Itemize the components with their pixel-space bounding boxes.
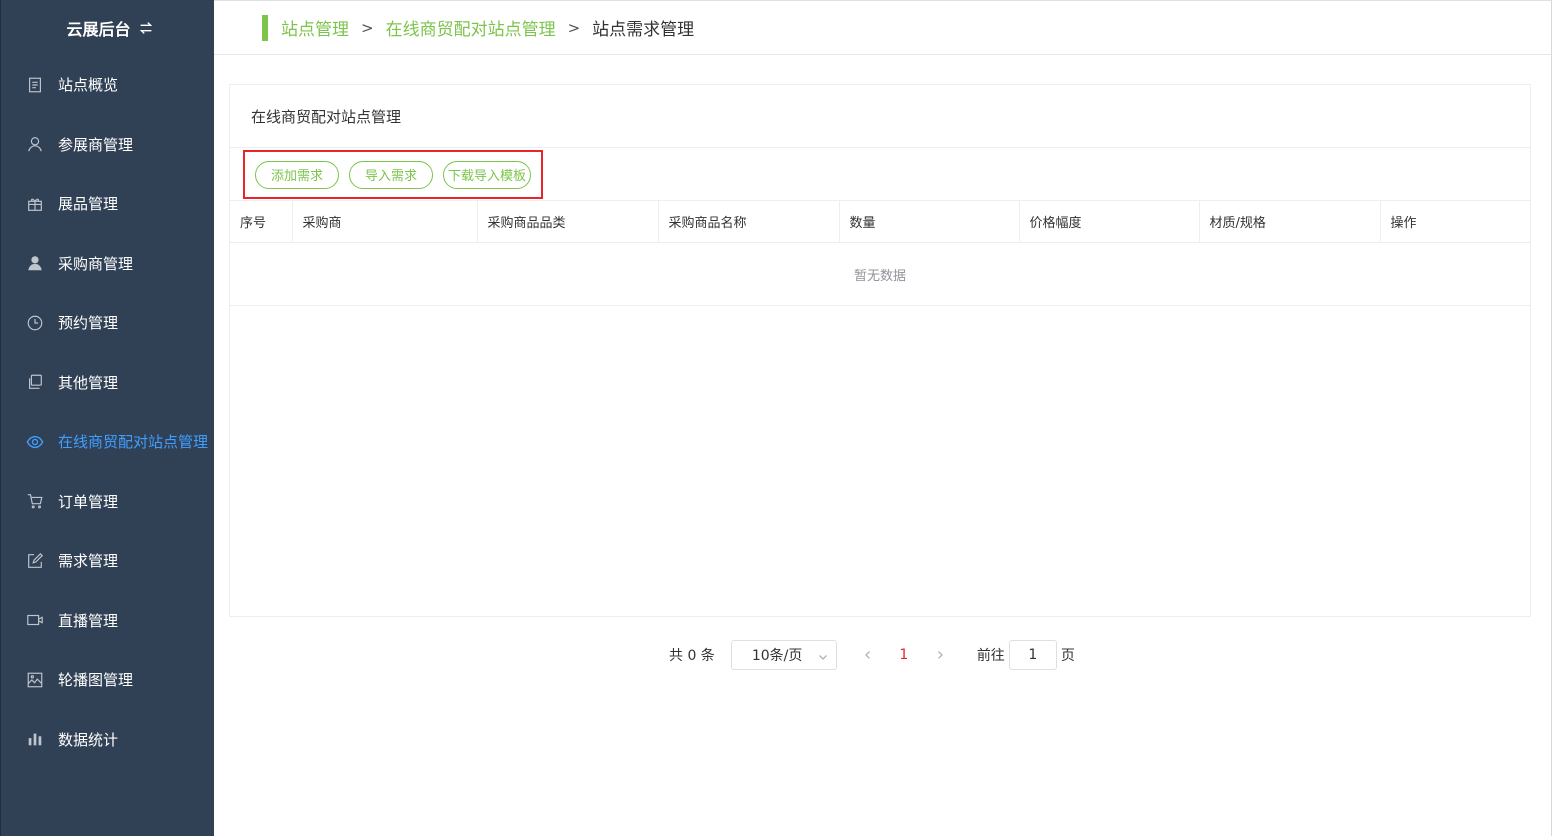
page-size-select[interactable]: 10条/页: [730, 640, 837, 670]
sidebar-item-orders[interactable]: 订单管理: [1, 472, 214, 532]
copy-icon: [26, 373, 44, 391]
sidebar-item-site-overview[interactable]: 站点概览: [1, 55, 214, 115]
column-header-quantity: 数量: [839, 200, 1020, 243]
goto-page-input[interactable]: [1008, 640, 1057, 670]
sidebar-item-other[interactable]: 其他管理: [1, 353, 214, 413]
sidebar-item-label: 直播管理: [58, 611, 119, 630]
empty-state-text: 暂无数据: [230, 242, 1530, 306]
breadcrumb-item-trade-matching[interactable]: 在线商贸配对站点管理: [386, 15, 556, 40]
table-header-row: 序号 采购商 采购商品品类 采购商品名称 数量 价格幅度 材质/规格 操作: [230, 200, 1530, 243]
sidebar: 云展后台 站点概览 参展商管理 展品管理 采购商管理 预约管理 其他管理 在线商…: [0, 0, 214, 836]
import-demand-button[interactable]: 导入需求: [349, 160, 434, 189]
sidebar-item-exhibits[interactable]: 展品管理: [1, 174, 214, 234]
brand-title: 云展后台: [66, 19, 131, 39]
sidebar-item-label: 采购商管理: [58, 254, 134, 273]
pagination: 共 0 条 10条/页 1 前往 页: [669, 640, 1075, 670]
column-header-material-spec: 材质/规格: [1199, 200, 1381, 243]
brand: 云展后台: [1, 0, 214, 55]
bar-chart-icon: [26, 730, 44, 748]
column-header-index: 序号: [230, 200, 293, 243]
sidebar-item-label: 预约管理: [58, 314, 119, 333]
picture-icon: [26, 671, 44, 689]
sidebar-item-buyer[interactable]: 采购商管理: [1, 234, 214, 294]
column-header-price-range: 价格幅度: [1019, 200, 1200, 243]
swap-icon[interactable]: [137, 19, 155, 37]
demand-table: 序号 采购商 采购商品品类 采购商品名称 数量 价格幅度 材质/规格 操作 暂无…: [230, 200, 1530, 306]
prev-page-button[interactable]: [853, 640, 883, 670]
sidebar-item-label: 订单管理: [58, 492, 119, 511]
sidebar-item-label: 数据统计: [58, 730, 119, 749]
video-icon: [26, 611, 44, 629]
panel-title: 在线商贸配对站点管理: [230, 85, 1530, 148]
page-number-current[interactable]: 1: [889, 647, 919, 663]
breadcrumb-item-current: 站点需求管理: [592, 20, 695, 40]
breadcrumb-separator: >: [567, 18, 581, 37]
person-filled-icon: [26, 254, 44, 272]
column-header-buyer: 采购商: [292, 200, 478, 243]
sidebar-item-label: 轮播图管理: [58, 671, 134, 690]
sidebar-item-label: 其他管理: [58, 373, 119, 392]
sidebar-item-label: 参展商管理: [58, 135, 134, 154]
next-page-button[interactable]: [925, 640, 955, 670]
breadcrumb-marker: [262, 14, 268, 41]
sidebar-item-statistics[interactable]: 数据统计: [1, 710, 214, 770]
breadcrumb: 站点管理 > 在线商贸配对站点管理 > 站点需求管理: [214, 0, 1552, 55]
column-header-category: 采购商品品类: [477, 200, 659, 243]
clock-icon: [26, 314, 44, 332]
sidebar-item-trade-matching[interactable]: 在线商贸配对站点管理: [1, 412, 214, 472]
sidebar-item-exhibitor[interactable]: 参展商管理: [1, 115, 214, 175]
sidebar-item-live[interactable]: 直播管理: [1, 591, 214, 651]
edit-icon: [26, 552, 44, 570]
sidebar-item-label: 在线商贸配对站点管理: [58, 433, 209, 452]
sidebar-item-label: 需求管理: [58, 552, 119, 571]
document-icon: [26, 76, 44, 94]
gift-icon: [26, 195, 44, 213]
sidebar-item-carousel[interactable]: 轮播图管理: [1, 650, 214, 710]
table-row: 暂无数据: [230, 242, 1530, 306]
demand-panel: 在线商贸配对站点管理 添加需求 导入需求 下载导入模板 序号 采购商 采购商品品…: [229, 84, 1531, 617]
chevron-down-icon: [818, 650, 828, 660]
goto-prefix: 前往: [976, 648, 1005, 664]
add-demand-button[interactable]: 添加需求: [255, 160, 340, 189]
chevron-right-icon: [937, 651, 943, 659]
action-toolbar: 添加需求 导入需求 下载导入模板: [243, 150, 543, 199]
chevron-left-icon: [864, 651, 870, 659]
cart-icon: [26, 492, 44, 510]
download-template-button[interactable]: 下载导入模板: [443, 160, 532, 189]
sidebar-item-label: 站点概览: [58, 76, 119, 95]
breadcrumb-item-site-management[interactable]: 站点管理: [281, 15, 349, 40]
sidebar-item-label: 展品管理: [58, 195, 119, 214]
pagination-total: 共 0 条: [669, 648, 715, 664]
column-header-actions: 操作: [1380, 200, 1530, 243]
sidebar-item-appointment[interactable]: 预约管理: [1, 293, 214, 353]
user-icon: [26, 135, 44, 153]
breadcrumb-separator: >: [361, 18, 374, 37]
page-size-value: 10条/页: [751, 648, 803, 664]
sidebar-menu: 站点概览 参展商管理 展品管理 采购商管理 预约管理 其他管理 在线商贸配对站点…: [1, 55, 214, 769]
goto-suffix: 页: [1060, 648, 1075, 664]
sidebar-item-demand[interactable]: 需求管理: [1, 531, 214, 591]
main-content: 在线商贸配对站点管理 添加需求 导入需求 下载导入模板 序号 采购商 采购商品品…: [214, 55, 1552, 836]
column-header-product-name: 采购商品名称: [658, 200, 840, 243]
eye-icon: [26, 433, 44, 451]
